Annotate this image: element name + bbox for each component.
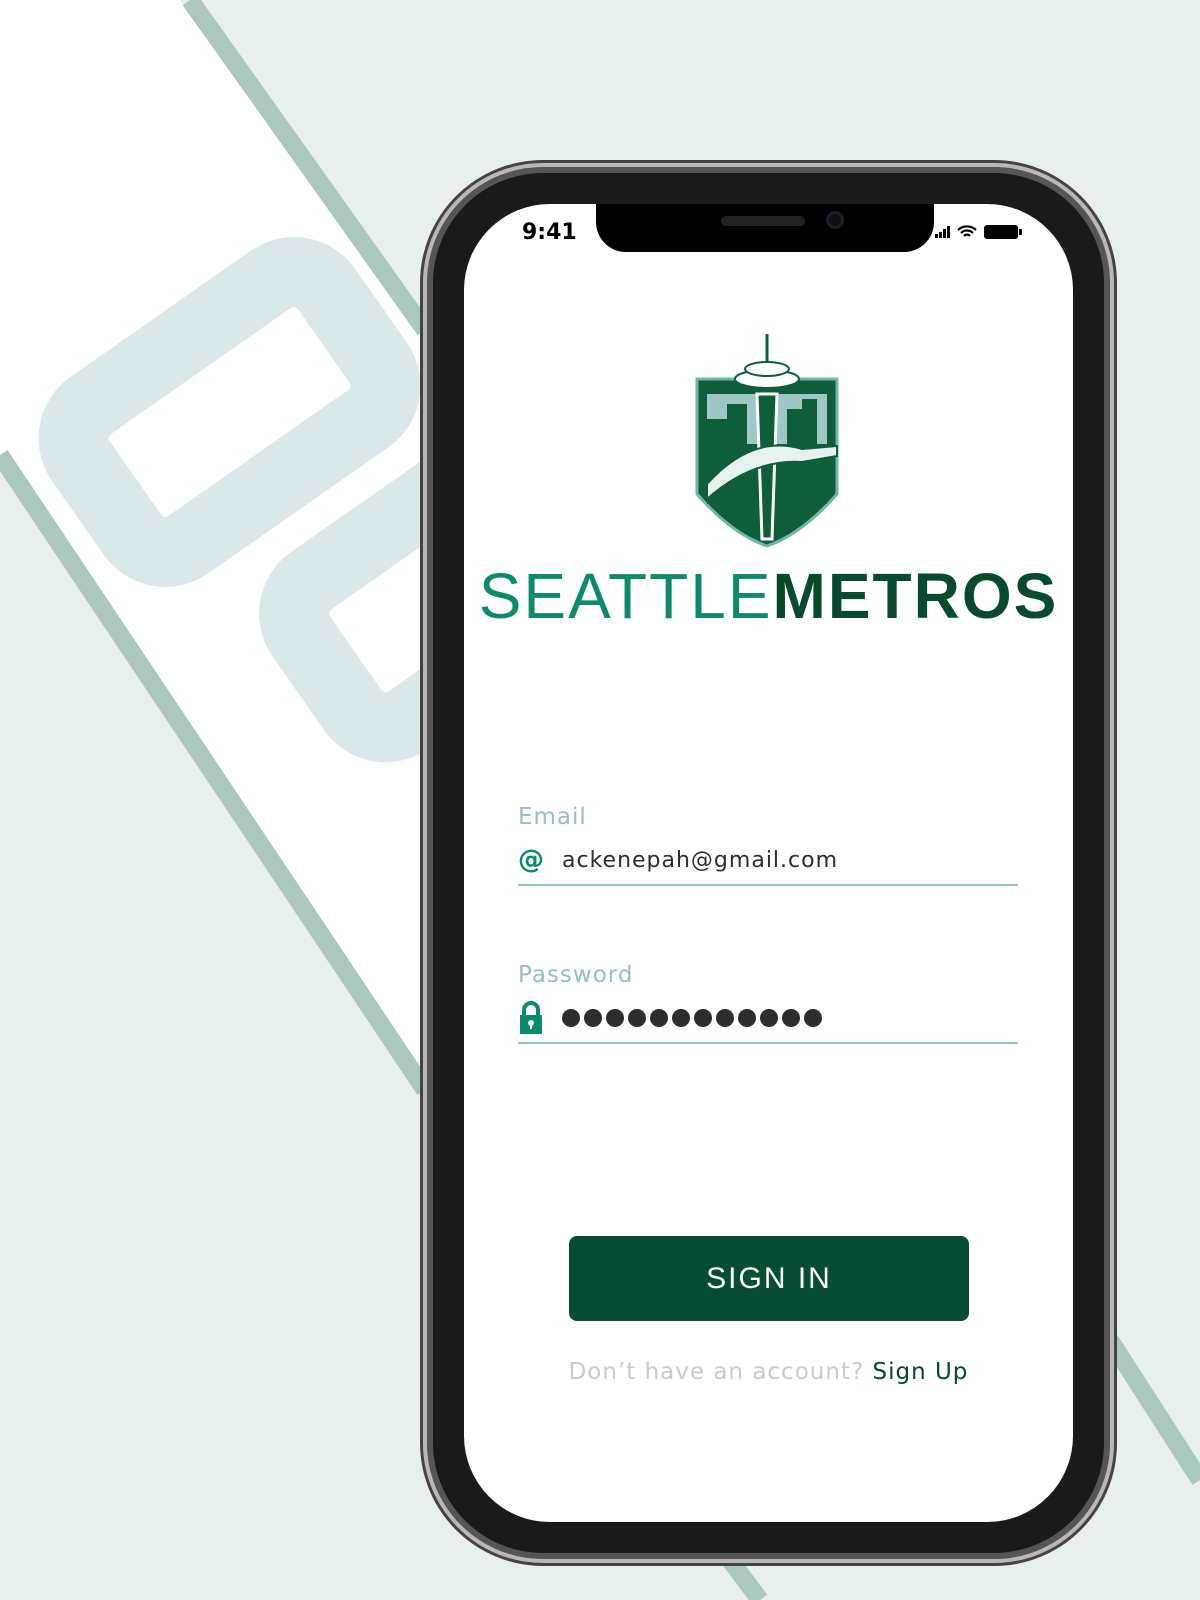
password-dot (584, 1009, 602, 1027)
password-dot (606, 1009, 624, 1027)
notch (596, 204, 934, 252)
email-field[interactable]: @ ackenepah@gmail.com (518, 836, 1018, 886)
status-time: 9:41 (522, 220, 577, 245)
brand-wordmark: SEATTLEMETROS (464, 559, 1073, 633)
password-dot (650, 1009, 668, 1027)
password-dot (672, 1009, 690, 1027)
email-label: Email (518, 804, 587, 830)
password-dot (738, 1009, 756, 1027)
seattle-metros-logo (695, 334, 839, 548)
password-dot (716, 1009, 734, 1027)
brand-part2: METROS (772, 560, 1059, 632)
password-field[interactable] (518, 994, 1018, 1044)
email-value: ackenepah@gmail.com (562, 847, 839, 873)
sign-up-link[interactable]: Sign Up (872, 1359, 968, 1385)
camera-icon (826, 211, 844, 229)
lock-icon (520, 1001, 542, 1034)
battery-icon (984, 225, 1022, 239)
sign-in-button[interactable]: SIGN IN (569, 1236, 969, 1321)
signup-prompt-text: Don’t have an account? (568, 1359, 865, 1385)
at-icon: @ (518, 845, 544, 875)
phone-screen: 9:41 SEATTLEMETROS Email @ ackenepah@gma… (464, 204, 1073, 1522)
password-dots (562, 1009, 822, 1027)
brand-part1: SEATTLE (478, 560, 773, 632)
signal-icon (935, 226, 950, 238)
password-dot (804, 1009, 822, 1027)
password-dot (782, 1009, 800, 1027)
password-dot (694, 1009, 712, 1027)
password-dot (562, 1009, 580, 1027)
wifi-icon (957, 225, 977, 237)
password-dot (628, 1009, 646, 1027)
signup-prompt: Don’t have an account? Sign Up (464, 1359, 1073, 1385)
password-label: Password (518, 962, 634, 988)
password-dot (760, 1009, 778, 1027)
